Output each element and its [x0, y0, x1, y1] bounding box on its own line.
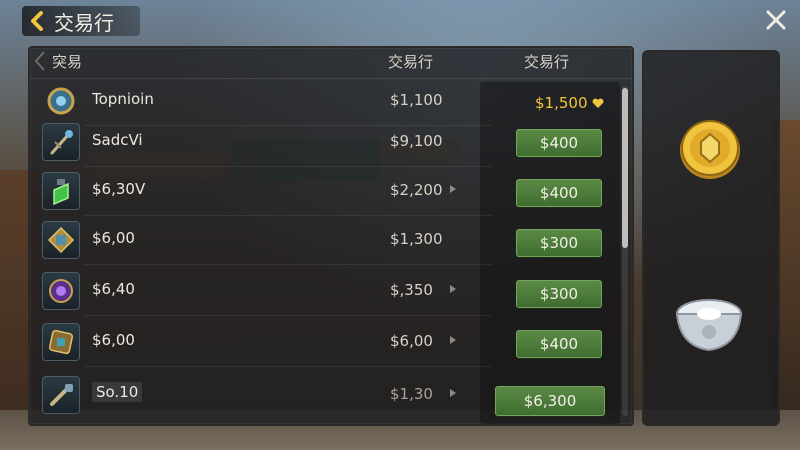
- price-arrow-icon: [450, 185, 456, 193]
- item-name: $6,30V: [92, 180, 146, 198]
- potion-icon: [42, 172, 80, 210]
- item-price: $1,300: [390, 230, 443, 248]
- featured-price[interactable]: $1,500: [535, 94, 604, 112]
- close-button[interactable]: [764, 8, 788, 32]
- item-price: $,350: [390, 281, 433, 299]
- item-name: Topnioin: [92, 90, 154, 108]
- scroll-thumb[interactable]: [622, 88, 628, 248]
- buy-button[interactable]: $6,300: [495, 386, 605, 416]
- item-price: $2,200: [390, 181, 443, 199]
- buy-button[interactable]: $400: [516, 330, 602, 358]
- amulet-icon: [42, 82, 80, 120]
- item-price: $6,00: [390, 332, 433, 350]
- silver-bowl-icon[interactable]: [672, 294, 746, 354]
- scrollbar[interactable]: [622, 86, 628, 416]
- header-bar: 交易行: [22, 6, 140, 36]
- heart-icon: [592, 98, 603, 108]
- item-price: $9,100: [390, 132, 443, 150]
- orb-icon: [42, 272, 80, 310]
- buy-button[interactable]: $400: [516, 179, 602, 207]
- buy-button[interactable]: $300: [516, 229, 602, 257]
- buy-button[interactable]: $300: [516, 280, 602, 308]
- rune-box-icon: [42, 323, 80, 361]
- item-name: $6,00: [92, 331, 135, 349]
- gem-box-icon: [42, 221, 80, 259]
- price-arrow-icon: [450, 336, 456, 344]
- item-name: $6,00: [92, 229, 135, 247]
- price-arrow-icon: [450, 285, 456, 293]
- column-header-item: 突易: [52, 53, 83, 71]
- chevron-left-icon: [31, 11, 43, 31]
- panel-notch-icon: [34, 51, 45, 71]
- item-name: So.10: [92, 382, 143, 402]
- gold-coin-icon[interactable]: [676, 116, 744, 182]
- item-name: $6,40: [92, 280, 135, 298]
- side-panel: [642, 50, 780, 426]
- buy-button[interactable]: $400: [516, 129, 602, 157]
- page-title: 交易行: [54, 10, 114, 35]
- staff-icon: [42, 123, 80, 161]
- key-icon: [42, 376, 80, 414]
- back-button[interactable]: [28, 10, 46, 32]
- trade-panel: 突易 交易行 交易行 Topnioin $1,100 SadcVi $9,100: [28, 46, 634, 426]
- item-price: $1,30: [390, 385, 433, 403]
- column-header-action: 交易行: [524, 53, 570, 71]
- item-price: $1,100: [390, 91, 443, 109]
- item-name: SadcVi: [92, 131, 143, 149]
- close-icon: [766, 10, 786, 30]
- column-header-price: 交易行: [388, 53, 434, 71]
- price-arrow-icon: [450, 389, 456, 397]
- featured-price-value: $1,500: [535, 94, 588, 112]
